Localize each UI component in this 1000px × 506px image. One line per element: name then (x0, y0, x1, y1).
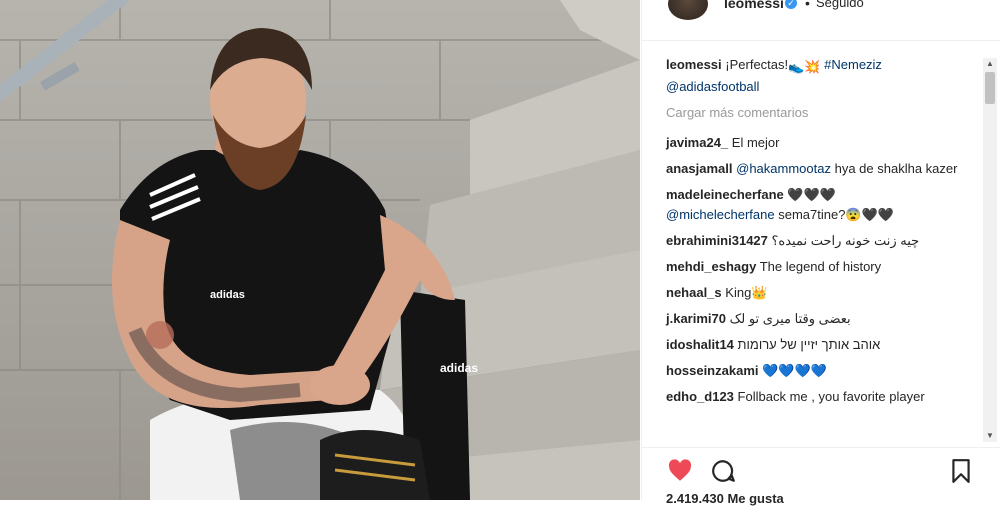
list-item: edho_d123 Follback me , you favorite pla… (666, 387, 978, 407)
comment-text-2: sema7tine?😨🖤🖤 (778, 207, 894, 222)
list-item: nehaal_s King👑 (666, 283, 978, 303)
comment-username[interactable]: edho_d123 (666, 389, 734, 404)
post-photo[interactable]: adidas adidas (0, 0, 640, 500)
caption: leomessi ¡Perfectas!👟💥 #Nemeziz @adidasf… (666, 55, 978, 97)
follow-status[interactable]: Seguido (816, 0, 864, 10)
comment-username[interactable]: madeleinecherfane (666, 187, 784, 202)
scroll-down-icon[interactable]: ▼ (983, 430, 997, 442)
bookmark-icon[interactable] (948, 458, 974, 484)
actions-divider (641, 447, 1000, 448)
load-more-comments-button[interactable]: Cargar más comentarios (666, 103, 978, 123)
verified-badge-icon: ✓ (785, 0, 797, 9)
list-item: hosseinzakami 💙💙💙💙 (666, 361, 978, 381)
caption-hashtag[interactable]: #Nemeziz (824, 57, 882, 72)
comment-text: 🖤🖤🖤 (787, 187, 836, 202)
photo-illustration: adidas adidas (0, 0, 640, 500)
comment-text: אוהב אותך יזיין של ערומות (737, 337, 881, 352)
comment-username[interactable]: anasjamall (666, 161, 733, 176)
comment-text: Follback me , you favorite player (737, 389, 925, 404)
comment-icon[interactable] (710, 458, 736, 484)
caption-username[interactable]: leomessi (666, 57, 722, 72)
comment-username[interactable]: hosseinzakami (666, 363, 759, 378)
comment-username[interactable]: idoshalit14 (666, 337, 734, 352)
comment-username[interactable]: j.karimi70 (666, 311, 726, 326)
comment-mention[interactable]: @hakammootaz (736, 161, 831, 176)
list-item: j.karimi70 بعضی وقتا میری تو لک (666, 309, 978, 329)
comment-username[interactable]: ebrahimini31427 (666, 233, 768, 248)
list-item: madeleinecherfane 🖤🖤🖤 @michelecherfane s… (666, 185, 978, 225)
collision-emoji-icon: 💥 (804, 59, 821, 74)
comment-mention[interactable]: @michelecherfane (666, 207, 775, 222)
separator-dot: • (805, 0, 810, 11)
list-item: mehdi_eshagy The legend of history (666, 257, 978, 277)
comments-list: leomessi ¡Perfectas!👟💥 #Nemeziz @adidasf… (666, 55, 978, 413)
list-item: idoshalit14 אוהב אותך יזיין של ערומות (666, 335, 978, 355)
comment-username[interactable]: javima24_ (666, 135, 728, 150)
comment-text: 💙💙💙💙 (762, 363, 827, 378)
comment-text: The legend of history (759, 259, 882, 274)
comment-text: بعضی وقتا میری تو لک (729, 311, 851, 326)
list-item: ebrahimini31427 چيه زنت خونه راحت نميده؟ (666, 231, 978, 251)
svg-text:adidas: adidas (440, 361, 478, 375)
list-item: javima24_ El mejor (666, 133, 978, 153)
likes-count[interactable]: 2.419.430 Me gusta (666, 491, 784, 506)
comments-scrollbar[interactable]: ▲ ▼ (983, 58, 997, 442)
comment-text: King👑 (725, 285, 768, 300)
comment-text: hya de shaklha kazer (834, 161, 958, 176)
scroll-up-icon[interactable]: ▲ (983, 58, 997, 70)
comment-username[interactable]: mehdi_eshagy (666, 259, 756, 274)
shoe-emoji-icon: 👟 (788, 59, 805, 74)
caption-text: ¡Perfectas! (725, 57, 789, 72)
heart-icon[interactable] (667, 458, 693, 484)
caption-mention[interactable]: @adidasfootball (666, 79, 759, 94)
post-header: leomessi ✓ • Seguido (642, 0, 1000, 41)
header-username[interactable]: leomessi (724, 0, 784, 11)
scroll-thumb[interactable] (985, 72, 995, 104)
svg-text:adidas: adidas (210, 289, 245, 301)
comment-text: چيه زنت خونه راحت نميده؟ (771, 233, 920, 248)
comment-username[interactable]: nehaal_s (666, 285, 722, 300)
avatar[interactable] (668, 0, 708, 20)
comment-text: El mejor (731, 135, 780, 150)
list-item: anasjamall @hakammootaz hya de shaklha k… (666, 159, 978, 179)
